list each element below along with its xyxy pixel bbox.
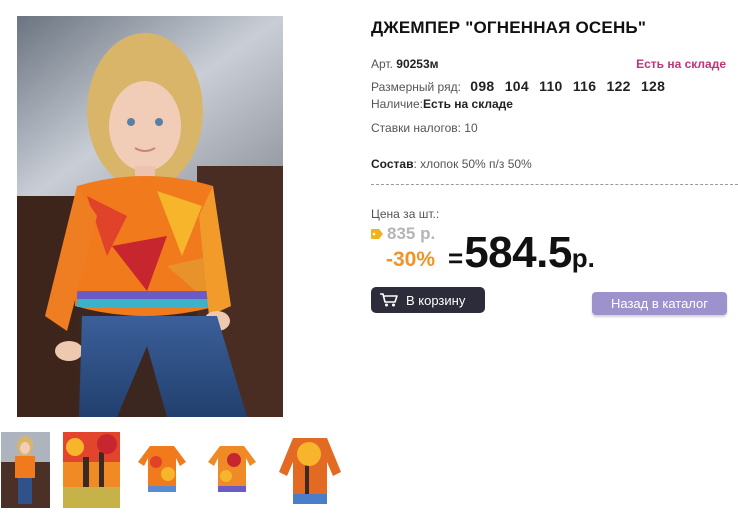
add-to-cart-button[interactable]: В корзину [371,287,485,313]
composition-value: : хлопок 50% п/з 50% [413,157,532,171]
sizes-row: Размерный ряд: 098 104 110 116 122 128 [371,78,665,94]
sizes-list: 098 104 110 116 122 128 [470,78,666,94]
back-to-catalog-button[interactable]: Назад в каталог [592,292,727,315]
thumbnail-2[interactable] [63,432,120,508]
old-price-value: 835 р. [387,224,436,243]
shopping-cart-icon [380,293,398,307]
tax-row: Ставки налогов: 10 [371,121,478,135]
new-price: = 584.5 р. [448,228,595,278]
availability-value: Есть на складе [423,97,513,111]
composition-row: Состав: хлопок 50% п/з 50% [371,157,532,171]
thumbnail-1[interactable] [1,432,50,508]
back-to-catalog-label: Назад в каталог [610,296,709,311]
product-title: ДЖЕМПЕР "ОГНЕННАЯ ОСЕНЬ" [371,18,647,37]
thumbnail-4[interactable] [204,432,260,508]
sizes-label: Размерный ряд: [371,80,461,94]
product-main-image[interactable] [17,16,283,417]
thumbnail-3[interactable] [134,432,190,508]
stock-badge: Есть на складе [636,57,726,71]
article-value: 90253м [396,57,439,71]
new-price-value: 584.5 [464,228,572,277]
equals-sign: = [448,243,464,273]
price-label: Цена за шт.: [371,207,440,221]
add-to-cart-label: В корзину [406,292,466,308]
availability-row: Наличие:Есть на складе [371,97,513,111]
divider [371,184,738,185]
currency: р. [571,243,595,273]
availability-label: Наличие: [371,97,424,111]
article-label: Арт. [371,57,393,71]
discount-percent: -30% [386,248,436,271]
composition-label: Состав [371,157,414,171]
old-price: 835 р. [371,224,435,244]
price-tag-icon [371,229,383,239]
article-row: Арт. 90253м [371,57,439,71]
thumbnail-5[interactable] [275,432,345,508]
